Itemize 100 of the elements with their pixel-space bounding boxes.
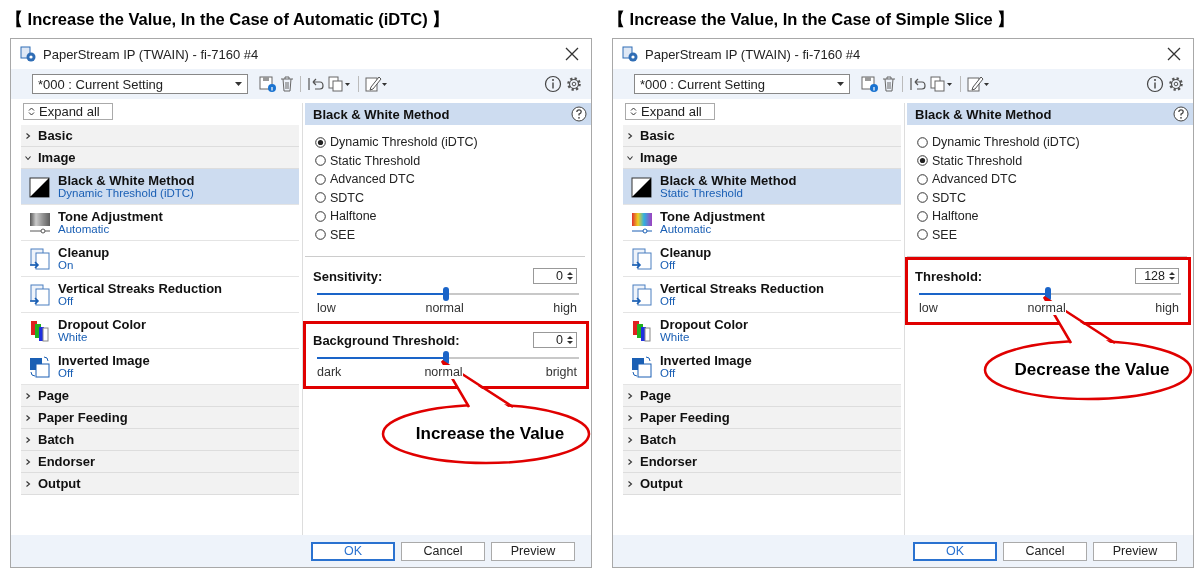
trash-icon[interactable] (280, 75, 294, 93)
option-label[interactable]: SEE (932, 227, 957, 242)
settings-icon[interactable] (565, 75, 583, 93)
disk-info-icon[interactable] (259, 75, 277, 93)
tree-group[interactable]: Batch (623, 429, 901, 451)
tree-item[interactable]: Black & White Method Dynamic Threshold (iDTC) (21, 169, 299, 205)
tree-group[interactable]: Endorser (623, 451, 901, 473)
radio-button[interactable] (917, 192, 928, 204)
number-spinner[interactable]: 0 (533, 268, 577, 284)
dialog-button[interactable]: Cancel (1003, 541, 1087, 561)
tree-group[interactable]: Basic (623, 125, 901, 147)
radio-button[interactable] (917, 155, 928, 167)
spin-arrows-icon (1169, 271, 1175, 281)
info-icon[interactable] (1146, 75, 1164, 93)
close-icon[interactable] (565, 47, 579, 61)
tree-group[interactable]: Paper Feeding (21, 407, 299, 429)
trash-icon[interactable] (882, 75, 896, 93)
tree-item[interactable]: Vertical Streaks Reduction Off (623, 277, 901, 313)
dialog-button[interactable]: Preview (1093, 541, 1177, 561)
tree-group[interactable]: Endorser (21, 451, 299, 473)
section-title: Black & White Method (915, 106, 1052, 122)
tree-item[interactable]: Black & White Method Static Threshold (623, 169, 901, 205)
radio-button[interactable] (315, 192, 326, 204)
slider-thumb[interactable] (1045, 287, 1051, 301)
app-icon (19, 45, 37, 63)
option-label[interactable]: SDTC (932, 190, 967, 205)
tree-item[interactable]: Cleanup Off (623, 241, 901, 277)
disk-info-icon[interactable] (861, 75, 879, 93)
tree-group[interactable]: Basic (21, 125, 299, 147)
tree-group[interactable]: Image (623, 147, 901, 169)
close-icon[interactable] (1167, 47, 1181, 61)
tick-label: dark (317, 365, 342, 379)
radio-button[interactable] (917, 173, 928, 185)
tick-label: normal (1027, 301, 1066, 315)
radio-button[interactable] (917, 136, 928, 148)
copy-dropdown-icon[interactable] (930, 75, 954, 93)
info-icon[interactable] (544, 75, 562, 93)
edit-dropdown-icon[interactable] (967, 75, 991, 93)
slider-label: Threshold: (915, 268, 983, 284)
number-spinner[interactable]: 0 (533, 332, 577, 348)
radio-button[interactable] (315, 229, 326, 241)
radio-button[interactable] (315, 155, 326, 167)
radio-button[interactable] (315, 136, 326, 148)
tree-group[interactable]: Image (21, 147, 299, 169)
copy-dropdown-icon[interactable] (328, 75, 352, 93)
option-label[interactable]: Advanced DTC (330, 172, 415, 187)
tree-item[interactable]: Vertical Streaks Reduction Off (21, 277, 299, 313)
window-title: PaperStream IP (TWAIN) - fi-7160 #4 (645, 46, 861, 62)
number-spinner[interactable]: 128 (1135, 268, 1179, 284)
tree-group[interactable]: Paper Feeding (623, 407, 901, 429)
tree-group[interactable]: Output (623, 473, 901, 495)
help-icon[interactable] (571, 106, 587, 122)
tree-item[interactable]: Tone Adjustment Automatic (21, 205, 299, 241)
profile-dropdown[interactable]: *000 : Current Setting (32, 74, 248, 94)
option-label[interactable]: Static Threshold (330, 153, 421, 168)
tree-item[interactable]: Cleanup On (21, 241, 299, 277)
option-label[interactable]: SDTC (330, 190, 365, 205)
callout-text: Increase the Value (415, 424, 565, 444)
undo-icon[interactable] (307, 75, 325, 93)
tree-item[interactable]: Tone Adjustment Automatic (623, 205, 901, 241)
help-icon[interactable] (1173, 106, 1189, 122)
tree-group[interactable]: Batch (21, 429, 299, 451)
profile-dropdown[interactable]: *000 : Current Setting (634, 74, 850, 94)
slider-thumb[interactable] (443, 287, 449, 301)
radio-button[interactable] (917, 210, 928, 222)
slider-thumb[interactable] (443, 351, 449, 365)
tree-item[interactable]: Dropout Color White (623, 313, 901, 349)
option-label[interactable]: Halftone (932, 209, 979, 224)
radio-button[interactable] (315, 173, 326, 185)
tree-group[interactable]: Page (623, 385, 901, 407)
tick-label: bright (545, 365, 577, 379)
tree-group[interactable]: Page (21, 385, 299, 407)
sort-arrows-icon (28, 107, 35, 116)
tree-item[interactable]: Dropout Color White (21, 313, 299, 349)
settings-icon[interactable] (1167, 75, 1185, 93)
section-title: Black & White Method (313, 106, 450, 122)
slider-label: Sensitivity: (313, 268, 383, 284)
tree-group[interactable]: Output (21, 473, 299, 495)
expand-all-button[interactable]: Expand all (625, 103, 715, 120)
dialog-button[interactable]: OK (311, 541, 395, 561)
dialog-button[interactable]: OK (913, 541, 997, 561)
app-icon (621, 45, 639, 63)
option-label[interactable]: Dynamic Threshold (iDTC) (932, 135, 1080, 150)
caret-icon (837, 82, 844, 86)
dialog-button[interactable]: Preview (491, 541, 575, 561)
edit-dropdown-icon[interactable] (365, 75, 389, 93)
dialog-button[interactable]: Cancel (401, 541, 485, 561)
expand-all-button[interactable]: Expand all (23, 103, 113, 120)
option-label[interactable]: SEE (330, 227, 355, 242)
tick-label: low (919, 301, 938, 315)
option-label[interactable]: Halftone (330, 209, 377, 224)
callout-text: Decrease the Value (1014, 360, 1170, 380)
undo-icon[interactable] (909, 75, 927, 93)
option-label[interactable]: Advanced DTC (932, 172, 1017, 187)
spin-arrows-icon (567, 335, 573, 345)
option-label[interactable]: Dynamic Threshold (iDTC) (330, 135, 478, 150)
option-label[interactable]: Static Threshold (932, 153, 1023, 168)
radio-button[interactable] (917, 229, 928, 241)
radio-button[interactable] (315, 210, 326, 222)
tick-label: normal (425, 301, 464, 315)
